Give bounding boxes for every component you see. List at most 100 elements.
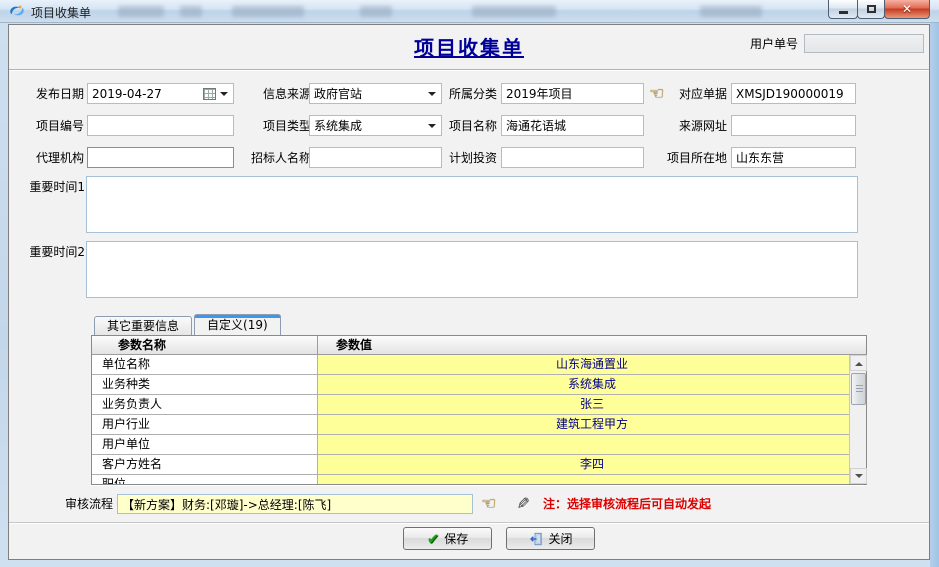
important-time1-textarea[interactable]: [86, 176, 858, 233]
tab-bar: 其它重要信息 自定义(19): [94, 315, 283, 335]
publish-date-value: 2019-04-27: [92, 87, 217, 101]
select-hand-icon[interactable]: ☜: [481, 493, 501, 515]
info-source-value: 政府官站: [314, 85, 425, 102]
dropdown-arrow-icon[interactable]: [220, 92, 228, 100]
bidder-name-input[interactable]: [309, 147, 442, 168]
door-exit-icon: [528, 532, 543, 546]
bidder-name-label: 招标人名称: [235, 147, 311, 169]
minimize-icon: [839, 11, 848, 14]
table-row[interactable]: 职位: [92, 475, 866, 484]
param-name-cell: 单位名称: [92, 355, 318, 374]
param-value-cell[interactable]: 系统集成: [318, 375, 866, 394]
close-window-button[interactable]: ✕: [884, 0, 930, 19]
source-url-label: 来源网址: [655, 115, 727, 137]
project-name-input[interactable]: [501, 115, 644, 136]
project-location-label: 项目所在地: [655, 147, 727, 169]
param-value-cell[interactable]: [318, 475, 866, 484]
info-source-select[interactable]: 政府官站: [309, 83, 442, 104]
project-location-input[interactable]: [731, 147, 856, 168]
save-button-label: 保存: [444, 530, 468, 547]
minimize-button[interactable]: [828, 0, 858, 19]
param-table-body: 单位名称 山东海通置业 业务种类 系统集成 业务负责人 张三 用户行业 建筑工程…: [92, 355, 866, 484]
user-no-label: 用户单号: [746, 35, 798, 54]
close-button-label: 关闭: [548, 530, 572, 547]
param-name-cell: 用户单位: [92, 435, 318, 454]
doc-no-label: 对应单据: [655, 83, 727, 105]
sign-pen-icon[interactable]: ✎: [510, 493, 530, 515]
scroll-up-button[interactable]: [850, 355, 867, 371]
planned-investment-label: 计划投资: [433, 147, 497, 169]
doc-no-input[interactable]: [731, 83, 856, 104]
param-name-cell: 职位: [92, 475, 318, 484]
review-flow-input[interactable]: [117, 494, 473, 514]
param-table-header: 参数名称 参数值: [92, 336, 866, 355]
table-row[interactable]: 用户单位: [92, 435, 866, 455]
project-no-input[interactable]: [87, 115, 234, 136]
maximize-button[interactable]: [857, 0, 885, 19]
param-value-cell[interactable]: 张三: [318, 395, 866, 414]
project-no-label: 项目编号: [19, 115, 84, 137]
category-input[interactable]: [501, 83, 644, 104]
publish-date-label: 发布日期: [19, 83, 84, 105]
redacted-text: [180, 6, 202, 17]
arrow-down-icon: [855, 474, 863, 482]
table-row[interactable]: 用户行业 建筑工程甲方: [92, 415, 866, 435]
review-note: 注：选择审核流程后可自动发起: [543, 493, 711, 515]
table-row[interactable]: 客户方姓名 李四: [92, 455, 866, 475]
param-value-cell[interactable]: 李四: [318, 455, 866, 474]
user-no-input[interactable]: [804, 34, 924, 53]
param-value-cell[interactable]: [318, 435, 866, 454]
tab-label: 自定义(19): [207, 318, 268, 332]
important-time1-label: 重要时间1: [23, 176, 85, 198]
param-value-cell[interactable]: 建筑工程甲方: [318, 415, 866, 434]
review-flow-label: 审核流程: [59, 493, 113, 515]
param-name-cell: 用户行业: [92, 415, 318, 434]
close-button[interactable]: 关闭: [506, 527, 595, 550]
vertical-scrollbar[interactable]: [849, 355, 866, 484]
info-source-label: 信息来源: [235, 83, 311, 105]
param-name-cell: 客户方姓名: [92, 455, 318, 474]
param-table: 参数名称 参数值 单位名称 山东海通置业 业务种类 系统集成 业务负责人 张三 …: [91, 335, 867, 485]
calendar-icon[interactable]: [203, 88, 216, 100]
param-value-cell[interactable]: 山东海通置业: [318, 355, 866, 374]
project-type-label: 项目类型: [235, 115, 311, 137]
redacted-text: [360, 6, 392, 17]
arrow-up-icon: [855, 358, 863, 366]
param-name-cell: 业务负责人: [92, 395, 318, 414]
planned-investment-input[interactable]: [501, 147, 644, 168]
scroll-down-button[interactable]: [850, 468, 867, 484]
category-label: 所属分类: [433, 83, 497, 105]
save-button[interactable]: ✔ 保存: [403, 527, 492, 550]
close-icon: ✕: [902, 2, 912, 16]
col-header-name: 参数名称: [92, 336, 318, 354]
window-title: 项目收集单: [31, 4, 91, 21]
window-controls: ✕: [829, 0, 930, 19]
publish-date-picker[interactable]: 2019-04-27: [87, 83, 234, 104]
window-border-glow: [930, 22, 939, 567]
important-time2-label: 重要时间2: [23, 241, 85, 263]
form-panel: 项目收集单 用户单号 发布日期 2019-04-27 信息来源 政府官站 所属分…: [8, 24, 930, 560]
agency-input[interactable]: [87, 147, 234, 168]
check-icon: ✔: [427, 530, 440, 548]
redacted-text: [232, 6, 304, 17]
important-time2-textarea[interactable]: [86, 241, 858, 298]
source-url-input[interactable]: [731, 115, 856, 136]
scroll-thumb[interactable]: [851, 373, 866, 405]
titlebar[interactable]: 项目收集单 ✕: [0, 0, 939, 23]
header-separator: [9, 69, 929, 71]
project-name-label: 项目名称: [433, 115, 497, 137]
param-name-cell: 业务种类: [92, 375, 318, 394]
table-row[interactable]: 单位名称 山东海通置业: [92, 355, 866, 375]
redacted-text: [472, 6, 556, 17]
tab-custom[interactable]: 自定义(19): [194, 314, 281, 335]
tab-other-info[interactable]: 其它重要信息: [94, 316, 192, 335]
project-type-select[interactable]: 系统集成: [309, 115, 442, 136]
table-row[interactable]: 业务负责人 张三: [92, 395, 866, 415]
maximize-icon: [867, 5, 876, 13]
app-window: 项目收集单 ✕ 项目收集单 用户单号 发布日期 2019-04-27 信息来源 …: [0, 0, 939, 567]
col-header-value: 参数值: [318, 336, 866, 354]
project-type-value: 系统集成: [314, 117, 425, 134]
table-row[interactable]: 业务种类 系统集成: [92, 375, 866, 395]
agency-label: 代理机构: [19, 147, 84, 169]
app-logo-icon: [9, 3, 25, 19]
